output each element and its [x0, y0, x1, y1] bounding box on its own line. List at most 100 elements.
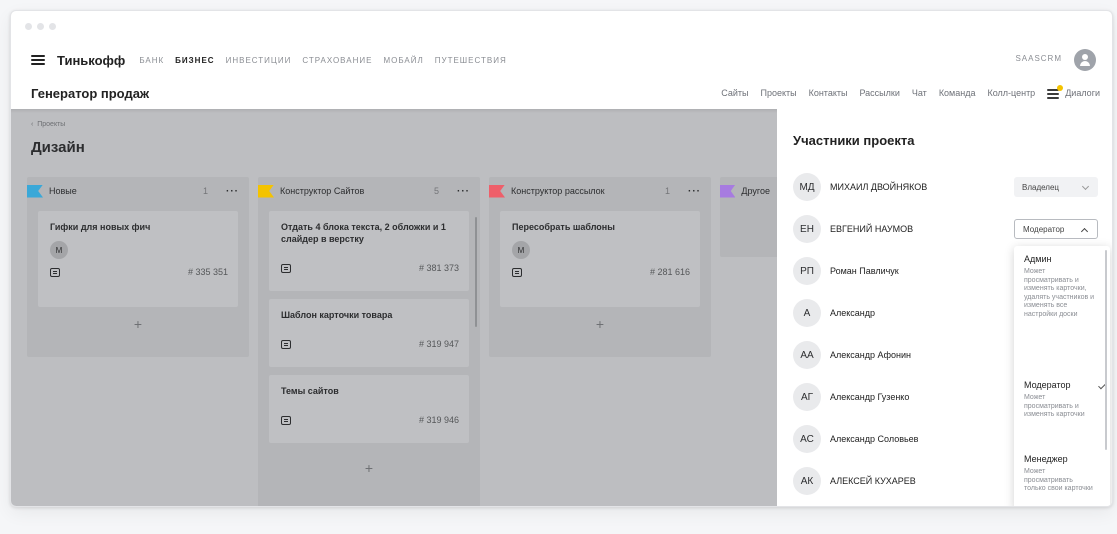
- column-header: Новые 1 ···: [27, 177, 249, 205]
- board-area: ‹ Проекты Дизайн Новые 1 ··· Гифки для н…: [11, 109, 780, 506]
- member-row[interactable]: А Александр: [793, 299, 875, 327]
- user-avatar-icon[interactable]: [1074, 49, 1096, 71]
- board-column-mailing-builder: Конструктор рассылок 1 ··· Пересобрать ш…: [489, 177, 711, 357]
- member-avatar: РП: [793, 257, 821, 285]
- dialogs-icon: [1047, 84, 1064, 99]
- comment-icon: [281, 263, 291, 273]
- role-option-title: Менеджер: [1024, 454, 1068, 464]
- app-nav-dialogs[interactable]: Диалоги: [1047, 84, 1100, 99]
- hamburger-menu-icon[interactable]: [31, 55, 45, 65]
- column-scrollbar[interactable]: [475, 217, 477, 327]
- member-name: Роман Павличук: [830, 266, 899, 276]
- column-header: Другое: [720, 177, 780, 205]
- app-title[interactable]: Генератор продаж: [31, 86, 149, 101]
- top-nav-travel[interactable]: ПУТЕШЕСТВИЯ: [435, 56, 507, 65]
- top-nav-investments[interactable]: ИНВЕСТИЦИИ: [226, 56, 292, 65]
- member-row[interactable]: РП Роман Павличук: [793, 257, 899, 285]
- card-footer: # 381 373: [281, 263, 459, 273]
- card-id: # 335 351: [187, 267, 228, 277]
- column-count: 1: [202, 186, 208, 196]
- assignee-avatar: М: [50, 241, 68, 259]
- comment-icon: [512, 267, 522, 277]
- member-avatar: АА: [793, 341, 821, 369]
- comment-icon: [50, 267, 60, 277]
- more-options-icon[interactable]: ···: [457, 186, 470, 197]
- role-option-description: Может просматривать только свои карточки: [1024, 468, 1093, 492]
- column-flag-icon: [27, 184, 43, 198]
- task-card[interactable]: Пересобрать шаблоны М # 281 616: [500, 211, 700, 307]
- member-row[interactable]: АК АЛЕКСЕЙ КУХАРЕВ: [793, 467, 916, 495]
- member-avatar: МД: [793, 173, 821, 201]
- column-title: Другое: [741, 186, 770, 196]
- add-card-button[interactable]: +: [489, 307, 711, 341]
- task-card[interactable]: Шаблон карточки товара # 319 947: [269, 299, 469, 367]
- top-nav-mobile[interactable]: МОБАЙЛ: [383, 56, 423, 65]
- column-flag-icon: [258, 184, 274, 198]
- card-id: # 281 616: [649, 267, 690, 277]
- member-name: Александр Соловьев: [830, 434, 919, 444]
- board-column-site-builder: Конструктор Сайтов 5 ··· Отдать 4 блока …: [258, 177, 480, 506]
- app-header: Генератор продаж Сайты Проекты Контакты …: [11, 77, 1112, 109]
- card-title: Отдать 4 блока текста, 2 обложки и 1 сла…: [281, 222, 446, 244]
- app-nav-team[interactable]: Команда: [939, 88, 976, 98]
- top-nav: БАНК БИЗНЕС ИНВЕСТИЦИИ СТРАХОВАНИЕ МОБАЙ…: [139, 56, 506, 65]
- account-name[interactable]: SAASCRM: [1015, 54, 1062, 63]
- top-nav-insurance[interactable]: СТРАХОВАНИЕ: [302, 56, 372, 65]
- role-select[interactable]: Владелец: [1014, 177, 1098, 197]
- card-id: # 319 946: [418, 415, 459, 425]
- app-nav-chat[interactable]: Чат: [912, 88, 927, 98]
- panel-title: Участники проекта: [793, 133, 915, 148]
- comment-icon: [281, 339, 291, 349]
- column-count: 5: [433, 186, 439, 196]
- app-nav-call-center[interactable]: Колл-центр: [987, 88, 1035, 98]
- assignee-avatar: М: [512, 241, 530, 259]
- window-maximize-dot[interactable]: [49, 23, 56, 30]
- more-options-icon[interactable]: ···: [688, 186, 701, 197]
- project-members-panel: Участники проекта МД МИХАИЛ ДВОЙНЯКОВ Вл…: [777, 109, 1112, 506]
- more-options-icon[interactable]: ···: [226, 186, 239, 197]
- browser-window: Тинькофф БАНК БИЗНЕС ИНВЕСТИЦИИ СТРАХОВА…: [10, 10, 1113, 507]
- app-nav-projects[interactable]: Проекты: [760, 88, 796, 98]
- role-select-open[interactable]: Модератор: [1014, 219, 1098, 239]
- brand-logo[interactable]: Тинькофф: [57, 53, 125, 68]
- role-option-manager[interactable]: Менеджер Может просматривать только свои…: [1024, 454, 1096, 494]
- role-option-moderator[interactable]: Модератор Может просматривать и изменять…: [1024, 380, 1106, 420]
- column-flag-icon: [489, 184, 505, 198]
- breadcrumb[interactable]: ‹ Проекты: [31, 121, 65, 128]
- card-id: # 381 373: [418, 263, 459, 273]
- member-avatar: ЕН: [793, 215, 821, 243]
- dropdown-scrollbar[interactable]: [1105, 250, 1107, 450]
- member-name: МИХАИЛ ДВОЙНЯКОВ: [830, 182, 928, 192]
- app-nav-contacts[interactable]: Контакты: [809, 88, 848, 98]
- member-name: Александр Гузенко: [830, 392, 910, 402]
- task-card[interactable]: Темы сайтов # 319 946: [269, 375, 469, 443]
- dialogs-label: Диалоги: [1065, 88, 1100, 98]
- task-card[interactable]: Отдать 4 блока текста, 2 обложки и 1 сла…: [269, 211, 469, 291]
- chevron-up-icon: [1080, 227, 1089, 236]
- column-title: Конструктор рассылок: [511, 186, 605, 196]
- member-name: Александр: [830, 308, 876, 318]
- top-nav-business[interactable]: БИЗНЕС: [175, 56, 214, 65]
- column-title: Конструктор Сайтов: [280, 186, 365, 196]
- add-card-button[interactable]: +: [27, 307, 249, 341]
- role-option-description: Может просматривать и изменять карточки,…: [1024, 268, 1095, 318]
- column-header: Конструктор рассылок 1 ···: [489, 177, 711, 205]
- member-row[interactable]: АС Александр Соловьев: [793, 425, 918, 453]
- role-option-admin[interactable]: Админ Может просматривать и изменять кар…: [1024, 254, 1096, 319]
- member-row[interactable]: АГ Александр Гузенко: [793, 383, 909, 411]
- add-card-button[interactable]: +: [258, 451, 480, 485]
- top-nav-bank[interactable]: БАНК: [139, 56, 164, 65]
- role-select-value: Владелец: [1022, 182, 1060, 192]
- page-title: Дизайн: [31, 139, 85, 156]
- window-close-dot[interactable]: [25, 23, 32, 30]
- task-card[interactable]: Гифки для новых фич М # 335 351: [38, 211, 238, 307]
- window-minimize-dot[interactable]: [37, 23, 44, 30]
- comment-icon: [281, 415, 291, 425]
- app-nav-sites[interactable]: Сайты: [721, 88, 748, 98]
- member-row[interactable]: АА Александр Афонин: [793, 341, 911, 369]
- board-column-new: Новые 1 ··· Гифки для новых фич М # 335 …: [27, 177, 249, 357]
- member-name: Александр Афонин: [830, 350, 912, 360]
- app-nav-mailings[interactable]: Рассылки: [859, 88, 899, 98]
- role-option-title: Модератор: [1024, 380, 1071, 390]
- window-controls: [25, 23, 56, 30]
